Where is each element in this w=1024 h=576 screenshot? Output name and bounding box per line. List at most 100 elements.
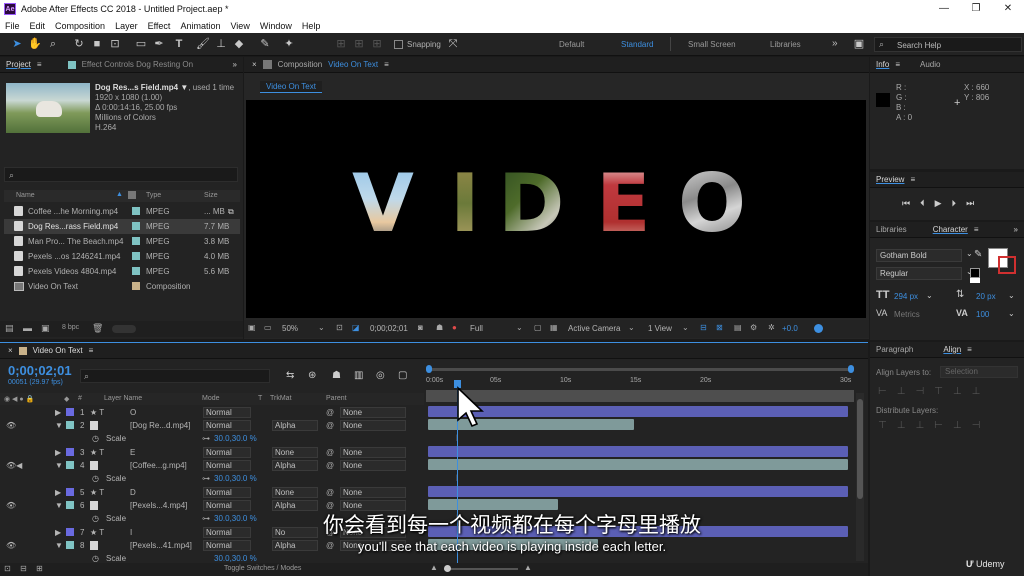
column-name[interactable]: Name — [16, 192, 35, 199]
track-matte-dropdown[interactable]: Alpha — [272, 460, 318, 471]
stopwatch-icon[interactable]: ◷ — [92, 434, 99, 443]
next-frame-icon[interactable]: ⏵ — [952, 198, 957, 209]
panel-close-icon[interactable]: × — [252, 60, 257, 69]
distribute-top-icon[interactable]: ⊤ — [878, 420, 887, 431]
distribute-bottom-icon[interactable]: ⊥ — [915, 420, 924, 431]
tab-info[interactable]: Info — [876, 60, 889, 69]
menu-window[interactable]: Window — [260, 21, 292, 31]
zoom-tool-icon[interactable]: ⌕ — [46, 37, 60, 51]
workspace-standard[interactable]: Standard — [621, 40, 653, 49]
previous-frame-icon[interactable]: ⏴ — [920, 198, 925, 209]
stopwatch-icon[interactable]: ◷ — [92, 554, 99, 562]
view-layout-dropdown[interactable]: 1 View — [648, 324, 672, 333]
tab-align[interactable]: Align — [943, 345, 961, 354]
last-frame-icon[interactable]: ⏭ — [966, 198, 974, 209]
pick-whip-icon[interactable]: @ — [326, 488, 334, 497]
chevron-down-icon[interactable]: ⌄ — [1008, 309, 1015, 318]
menu-file[interactable]: File — [5, 21, 20, 31]
tab-preview[interactable]: Preview — [876, 175, 904, 184]
snapping-checkbox[interactable] — [394, 40, 403, 49]
timeline-scrollbar-thumb[interactable] — [857, 399, 863, 499]
panel-menu-icon[interactable]: ≡ — [384, 60, 389, 69]
stopwatch-icon[interactable]: ◷ — [92, 474, 99, 483]
constrain-proportions-icon[interactable]: ⊶ — [202, 434, 210, 443]
world-axis-icon[interactable]: ⊞ — [352, 37, 366, 51]
menu-layer[interactable]: Layer — [115, 21, 138, 31]
frame-blending-icon[interactable]: ▥ — [354, 370, 363, 381]
align-top-icon[interactable]: ⊤ — [934, 386, 943, 397]
roto-brush-tool-icon[interactable]: ✎ — [258, 37, 272, 51]
column-type[interactable]: Type — [146, 192, 161, 199]
layer-switches-icon[interactable]: ⊡ — [4, 564, 11, 573]
blend-mode-dropdown[interactable]: Normal — [203, 447, 251, 458]
blend-mode-dropdown[interactable]: Normal — [203, 460, 251, 471]
scale-value[interactable]: 30.0,30.0 % — [214, 474, 257, 483]
constrain-proportions-icon[interactable]: ⊶ — [202, 474, 210, 483]
pick-whip-icon[interactable]: @ — [326, 448, 334, 457]
zoom-in-icon[interactable]: ▲ — [524, 563, 532, 572]
panel-overflow-icon[interactable]: » — [233, 60, 237, 69]
distribute-horizontal-center-icon[interactable]: ⊥ — [953, 420, 962, 431]
kerning-value[interactable]: Metrics — [894, 310, 920, 319]
chevron-down-icon[interactable]: ⌄ — [682, 323, 689, 332]
project-item[interactable]: Man Pro... The Beach.mp4 MPEG 3.8 MB — [4, 234, 240, 249]
composition-viewer[interactable]: V I D E O — [246, 100, 866, 318]
tab-libraries[interactable]: Libraries — [876, 225, 907, 234]
label-swatch[interactable] — [66, 461, 74, 469]
composition-lock-icon[interactable] — [262, 60, 272, 69]
panel-menu-icon[interactable]: ≡ — [967, 345, 972, 354]
toggle-mask-icon[interactable]: ◪ — [352, 323, 360, 332]
layer-bar-o[interactable] — [428, 406, 848, 417]
layer-name[interactable]: O — [130, 408, 136, 417]
search-help-input[interactable]: ⌕ Search Help — [874, 37, 1022, 52]
timeline-timecode[interactable]: 0;00;02;01 — [8, 363, 72, 378]
close-icon[interactable]: ✕ — [992, 0, 1024, 18]
snapshot-camera-icon[interactable]: ◙ — [418, 323, 423, 332]
panel-menu-icon[interactable]: ≡ — [910, 175, 915, 184]
chevron-down-icon[interactable]: ⌄ — [1008, 291, 1015, 300]
font-style-dropdown[interactable]: Regular — [876, 267, 962, 280]
new-folder-icon[interactable]: ▬ — [23, 323, 32, 333]
brush-tool-icon[interactable]: 🖌 — [196, 37, 210, 51]
composition-name[interactable]: Video On Text — [328, 60, 378, 69]
composition-viewer-tab[interactable]: Video On Text — [260, 81, 322, 93]
panel-close-icon[interactable]: × — [8, 346, 13, 355]
chevron-down-icon[interactable]: ⌄ — [926, 291, 933, 300]
pen-tool-icon[interactable]: ✒ — [152, 37, 166, 51]
delete-icon[interactable]: 🗑 — [92, 323, 103, 334]
region-of-interest-icon[interactable]: ▢ — [534, 323, 542, 332]
color-channels-icon[interactable]: ● — [452, 323, 457, 332]
timeline-tab[interactable]: Video On Text — [33, 346, 83, 355]
blend-mode-dropdown[interactable]: Normal — [203, 420, 251, 431]
zoom-out-icon[interactable]: ▲ — [430, 563, 438, 572]
tab-character[interactable]: Character — [933, 225, 968, 234]
pick-whip-icon[interactable]: @ — [326, 461, 334, 470]
transfer-controls-icon[interactable]: ⊟ — [20, 564, 27, 573]
track-matte-dropdown[interactable]: None — [272, 447, 318, 458]
panel-menu-icon[interactable]: ≡ — [974, 225, 979, 234]
layer-row[interactable]: ▶ 3 ★ T E Normal None @ None — [0, 446, 424, 459]
distribute-right-icon[interactable]: ⊣ — [972, 420, 981, 431]
zoom-slider-handle[interactable] — [444, 565, 451, 572]
pick-whip-icon[interactable]: @ — [326, 421, 334, 430]
parent-dropdown[interactable]: None — [340, 420, 406, 431]
project-item[interactable]: Pexels Videos 4804.mp4 MPEG 5.6 MB — [4, 264, 240, 279]
in-out-icon[interactable]: ⊞ — [36, 564, 43, 573]
scale-property-row[interactable]: ◷ Scale ⊶ 30.0,30.0 % — [0, 472, 424, 485]
align-right-icon[interactable]: ⊣ — [915, 386, 924, 397]
draft-3d-icon[interactable]: ⊛ — [308, 370, 316, 381]
fit-icon[interactable]: ⊡ — [336, 323, 343, 332]
rectangle-tool-icon[interactable]: ▭ — [134, 37, 148, 51]
menu-composition[interactable]: Composition — [55, 21, 105, 31]
layer-name[interactable]: D — [130, 488, 136, 497]
graph-editor-icon[interactable]: ▢ — [398, 370, 407, 381]
time-ruler[interactable]: 0:00s 05s 10s 15s 20s 30s — [426, 375, 854, 389]
blend-mode-dropdown[interactable]: Normal — [203, 407, 251, 418]
sort-ascending-icon[interactable]: ▲ — [116, 191, 123, 198]
toggle-pixel-aspect-icon[interactable]: ⊟ — [700, 323, 707, 332]
tab-audio[interactable]: Audio — [920, 60, 940, 69]
parent-dropdown[interactable]: None — [340, 447, 406, 458]
type-tool-icon[interactable]: T — [172, 37, 186, 51]
snap-options-icon[interactable]: ⤧ — [446, 37, 460, 51]
hand-tool-icon[interactable]: ✋ — [28, 37, 42, 51]
